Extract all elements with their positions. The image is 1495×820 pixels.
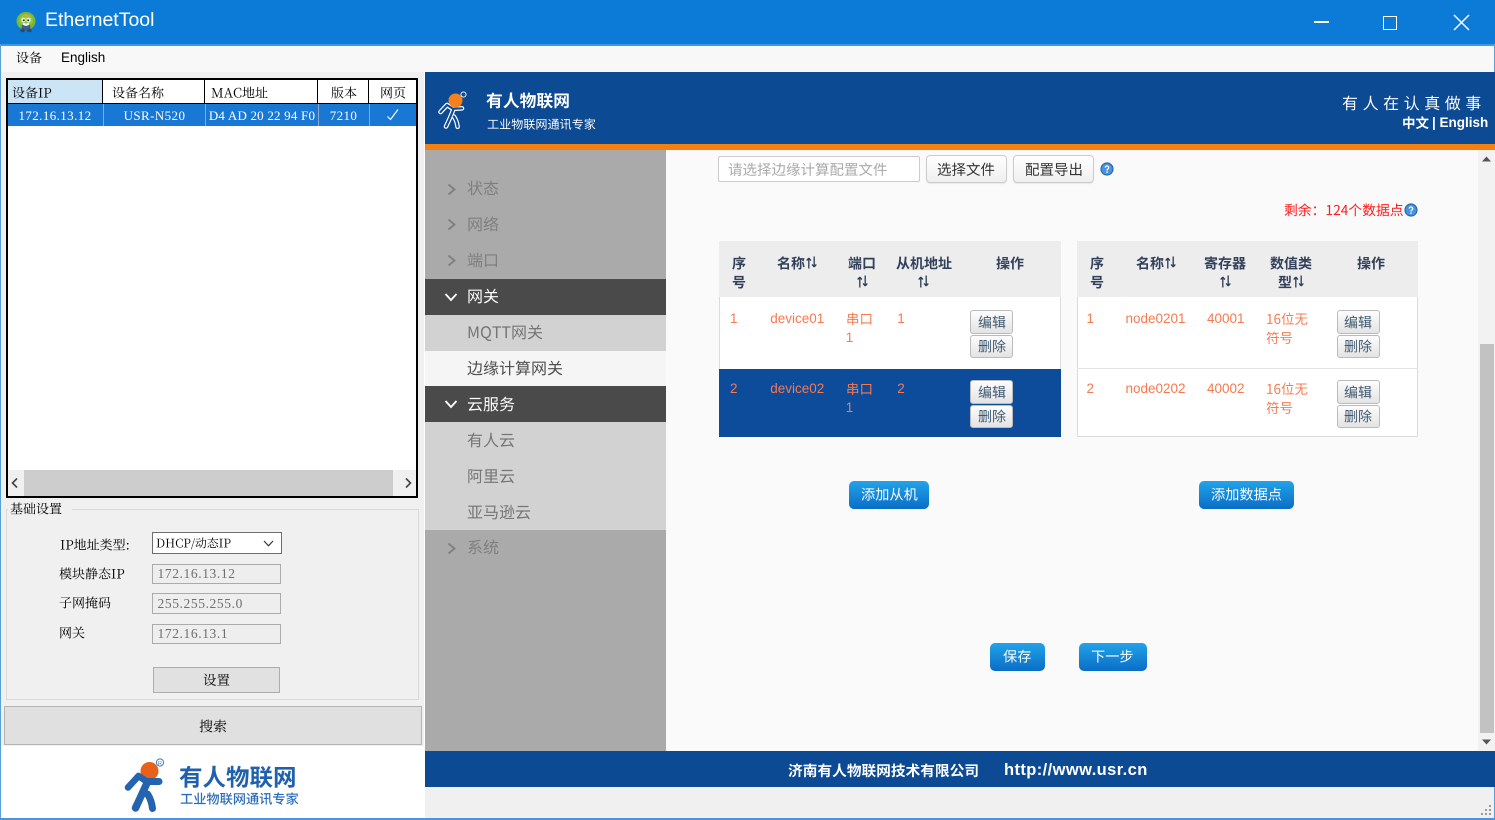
svg-text:R: R [158, 761, 162, 767]
